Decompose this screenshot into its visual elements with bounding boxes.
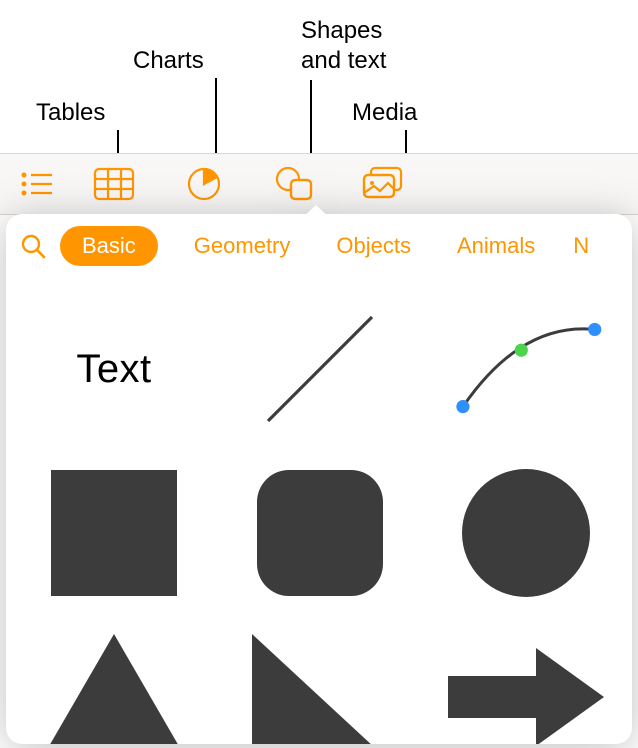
- shape-curve[interactable]: [446, 299, 606, 439]
- tab-animals[interactable]: Animals: [447, 227, 545, 265]
- square-icon: [49, 468, 179, 598]
- right-triangle-icon: [250, 632, 390, 744]
- shape-text[interactable]: Text: [34, 299, 194, 439]
- triangle-icon: [39, 632, 189, 744]
- popover-arrow: [301, 205, 331, 219]
- shape-line[interactable]: [240, 299, 400, 439]
- tab-geometry[interactable]: Geometry: [184, 227, 301, 265]
- shape-icon: [274, 166, 314, 202]
- list-icon: [20, 171, 54, 197]
- callout-charts: Charts: [133, 46, 204, 76]
- curve-icon: [446, 309, 606, 429]
- tab-basic[interactable]: Basic: [60, 226, 158, 266]
- tab-partial[interactable]: N: [563, 227, 599, 265]
- text-sample-label: Text: [76, 347, 151, 392]
- shape-right-triangle[interactable]: [240, 627, 400, 744]
- callout-shapes-text: Shapes and text: [301, 16, 386, 76]
- shapes-popover: Basic Geometry Objects Animals N Text: [6, 214, 632, 744]
- line-icon: [250, 299, 390, 439]
- shape-rounded-square[interactable]: [240, 463, 400, 603]
- arrow-icon: [446, 642, 606, 744]
- search-button[interactable]: [14, 227, 52, 265]
- callout-line: [215, 78, 217, 156]
- table-icon: [93, 167, 135, 201]
- chart-icon: [186, 166, 222, 202]
- callout-tables: Tables: [36, 98, 105, 128]
- chart-button[interactable]: [159, 153, 249, 215]
- popover-tab-bar: Basic Geometry Objects Animals N: [6, 214, 632, 278]
- shape-square[interactable]: [34, 463, 194, 603]
- media-button[interactable]: [339, 153, 429, 215]
- callout-line: [310, 80, 312, 157]
- circle-icon: [460, 467, 592, 599]
- tab-objects[interactable]: Objects: [326, 227, 421, 265]
- media-icon: [362, 166, 406, 202]
- search-icon: [19, 232, 47, 260]
- callout-media: Media: [352, 98, 417, 128]
- list-button[interactable]: [4, 153, 69, 215]
- rounded-square-icon: [255, 468, 385, 598]
- shape-arrow-right[interactable]: [446, 627, 606, 744]
- shape-circle[interactable]: [446, 463, 606, 603]
- shape-triangle[interactable]: [34, 627, 194, 744]
- shapes-grid: Text: [6, 278, 632, 744]
- table-button[interactable]: [69, 153, 159, 215]
